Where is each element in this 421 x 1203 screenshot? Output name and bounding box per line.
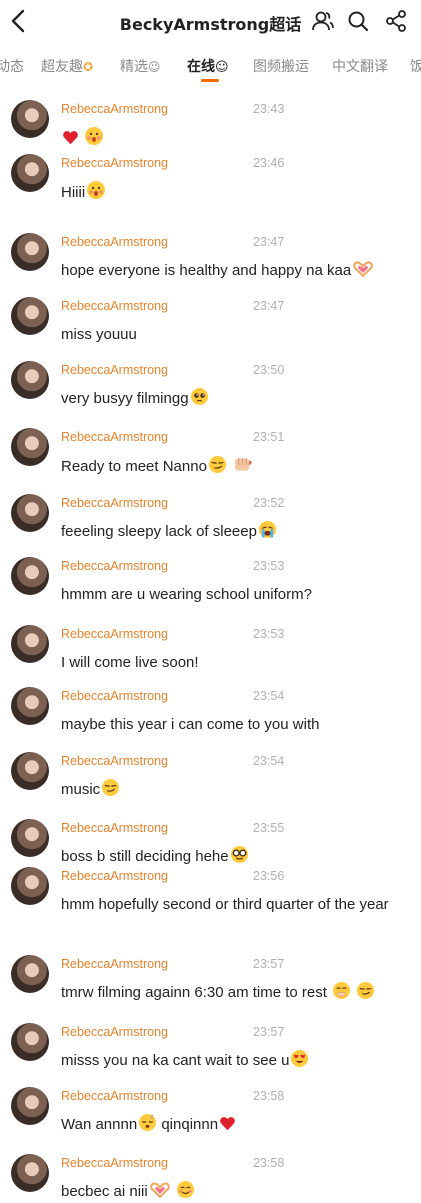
heart-eyes-emoji (291, 1049, 309, 1068)
message-body: music (61, 781, 101, 798)
message-text: boss b still deciding hehe (61, 845, 406, 868)
timestamp: 23:55 (253, 821, 285, 835)
smirk-emoji (102, 778, 120, 797)
username[interactable]: RebeccaArmstrong (61, 1156, 168, 1170)
message-feed: RebeccaArmstrong 23:43 RebeccaArmstrong … (0, 0, 421, 1200)
username[interactable]: RebeccaArmstrong (61, 559, 168, 573)
message-text: hmmm are u wearing school uniform? (61, 586, 312, 603)
username[interactable]: RebeccaArmstrong (61, 496, 168, 510)
message-text: miss youuu (61, 326, 137, 343)
kiss-emoji (87, 181, 106, 199)
heart-emoji (220, 1117, 235, 1131)
message-text: hope everyone is healthy and happy na ka… (61, 259, 406, 282)
timestamp: 23:52 (253, 496, 285, 510)
message-text: Wan annnn z qinqinnn (61, 1113, 406, 1136)
avatar[interactable] (11, 867, 49, 905)
message-body: very busyy filmingg (61, 390, 189, 407)
message-text: I will come live soon! (61, 654, 199, 671)
nerd-emoji (230, 845, 248, 864)
crying-emoji (258, 520, 277, 539)
timestamp: 23:43 (253, 102, 285, 116)
timestamp: 23:53 (253, 627, 285, 641)
timestamp: 23:57 (253, 1025, 285, 1039)
timestamp: 23:54 (253, 689, 285, 703)
username[interactable]: RebeccaArmstrong (61, 156, 168, 170)
timestamp: 23:50 (253, 363, 285, 377)
timestamp: 23:51 (253, 430, 285, 444)
timestamp: 23:47 (253, 235, 285, 249)
message-body: Ready to meet Nanno (61, 458, 207, 475)
heart-hands-emoji (149, 1182, 170, 1199)
avatar[interactable] (11, 687, 49, 725)
message-body: hope everyone is healthy and happy na ka… (61, 262, 352, 279)
avatar[interactable] (11, 1154, 49, 1192)
username[interactable]: RebeccaArmstrong (61, 689, 168, 703)
username[interactable]: RebeccaArmstrong (61, 299, 168, 313)
message-body-continued: qinqinnn (157, 1116, 219, 1133)
message-body: boss b still deciding hehe (61, 848, 229, 865)
message-text: tmrw filming againn 6:30 am time to rest (61, 981, 406, 1004)
avatar[interactable] (11, 752, 49, 790)
avatar[interactable] (11, 625, 49, 663)
username[interactable]: RebeccaArmstrong (61, 869, 168, 883)
avatar[interactable] (11, 1023, 49, 1061)
svg-text:z: z (151, 1115, 154, 1121)
message-text: Ready to meet Nanno (61, 454, 406, 478)
username[interactable]: RebeccaArmstrong (61, 102, 168, 116)
username[interactable]: RebeccaArmstrong (61, 957, 168, 971)
avatar[interactable] (11, 154, 49, 192)
avatar[interactable] (11, 100, 49, 138)
message-text: maybe this year i can come to you with (61, 716, 320, 733)
timestamp: 23:57 (253, 957, 285, 971)
username[interactable]: RebeccaArmstrong (61, 363, 168, 377)
heart-emoji (63, 131, 78, 145)
avatar[interactable] (11, 819, 49, 857)
message-body: becbec ai niii (61, 1183, 148, 1200)
avatar[interactable] (11, 557, 49, 595)
username[interactable]: RebeccaArmstrong (61, 235, 168, 249)
kiss-emoji (85, 127, 104, 145)
timestamp: 23:56 (253, 869, 285, 883)
fist-emoji (234, 458, 253, 471)
sleeping-emoji: z (139, 1113, 157, 1132)
avatar[interactable] (11, 1087, 49, 1125)
message-body: misss you na ka cant wait to see u (61, 1052, 290, 1069)
avatar[interactable] (11, 428, 49, 466)
timestamp: 23:47 (253, 299, 285, 313)
smirk-emoji (357, 981, 375, 1000)
message-text: very busyy filmingg (61, 387, 406, 410)
message-text: feeeling sleepy lack of sleeep (61, 520, 406, 543)
avatar[interactable] (11, 233, 49, 271)
avatar[interactable] (11, 494, 49, 532)
timestamp: 23:58 (253, 1156, 285, 1170)
username[interactable]: RebeccaArmstrong (61, 627, 168, 641)
message-body: Hiiii (61, 184, 86, 201)
avatar[interactable] (11, 297, 49, 335)
message-body: feeeling sleepy lack of sleeep (61, 523, 257, 540)
username[interactable]: RebeccaArmstrong (61, 430, 168, 444)
timestamp: 23:46 (253, 156, 285, 170)
message-text: music (61, 778, 406, 801)
timestamp: 23:54 (253, 754, 285, 768)
message-text (61, 126, 406, 150)
timestamp: 23:58 (253, 1089, 285, 1103)
username[interactable]: RebeccaArmstrong (61, 1089, 168, 1103)
avatar[interactable] (11, 955, 49, 993)
heart-hands-emoji (353, 261, 374, 278)
avatar[interactable] (11, 361, 49, 399)
username[interactable]: RebeccaArmstrong (61, 754, 168, 768)
message-body: tmrw filming againn 6:30 am time to rest (61, 984, 332, 1001)
message-text: misss you na ka cant wait to see u (61, 1049, 406, 1072)
message-text: Hiiii (61, 180, 406, 204)
message-body: Wan annnn (61, 1116, 138, 1133)
username[interactable]: RebeccaArmstrong (61, 821, 168, 835)
timestamp: 23:53 (253, 559, 285, 573)
message-text: hmm hopefully second or third quarter of… (61, 896, 389, 913)
pleading-emoji (190, 387, 208, 406)
shush-emoji (333, 981, 351, 1000)
smiling-emoji (176, 1180, 194, 1199)
smirk-emoji (208, 455, 226, 474)
username[interactable]: RebeccaArmstrong (61, 1025, 168, 1039)
